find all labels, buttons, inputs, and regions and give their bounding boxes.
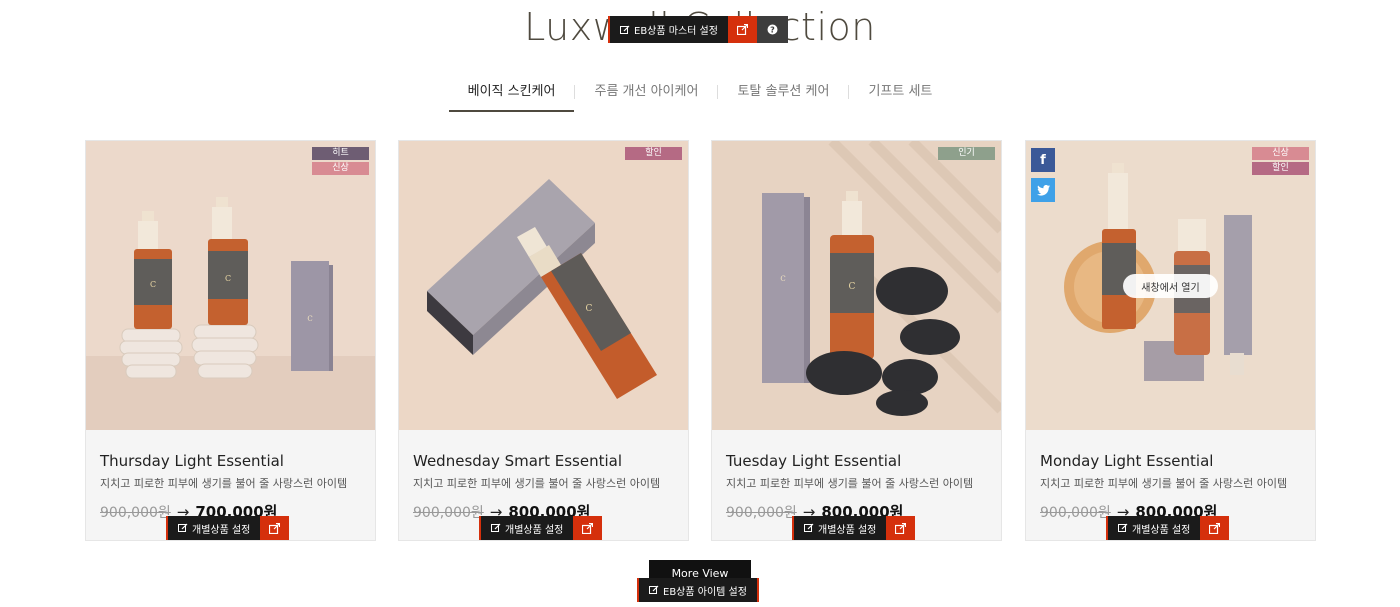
badge-popular: 인기	[938, 147, 995, 160]
item-settings-toolbar: 개별상품 설정	[1106, 516, 1230, 540]
svg-text:C: C	[780, 275, 785, 283]
item-link-button[interactable]	[573, 516, 603, 540]
badge-sale: 할인	[1252, 162, 1309, 175]
external-link-icon	[269, 522, 281, 534]
eb-master-help-button[interactable]: ?	[756, 16, 788, 43]
svg-text:C: C	[586, 304, 593, 314]
item-settings-label: 개별상품 설정	[818, 524, 877, 536]
external-link-icon	[1209, 522, 1221, 534]
edit-icon	[620, 25, 630, 35]
product-image[interactable]: C 할인	[399, 141, 688, 430]
original-price: 900,000원	[413, 504, 484, 521]
item-settings-button[interactable]: 개별상품 설정	[1106, 516, 1201, 540]
edit-icon	[804, 523, 814, 533]
twitter-icon[interactable]	[1031, 178, 1055, 202]
external-link-icon	[895, 522, 907, 534]
svg-text:C: C	[307, 315, 312, 323]
product-name[interactable]: Monday Light Essential	[1040, 452, 1213, 470]
tab-wrinkle-eyecare[interactable]: 주름 개선 아이케어	[575, 72, 717, 112]
original-price: 900,000원	[726, 504, 797, 521]
eb-items-settings-label: EB상품 아이템 설정	[663, 586, 747, 598]
tab-gift-set[interactable]: 기프트 세트	[849, 72, 951, 112]
badge-new: 신상	[312, 162, 369, 175]
svg-text:C: C	[849, 282, 856, 292]
item-settings-toolbar: 개별상품 설정	[792, 516, 916, 540]
badge-new: 신상	[1252, 147, 1309, 160]
product-description: 지치고 피로한 피부에 생기를 불어 줄 사랑스런 아이템	[1040, 477, 1288, 490]
original-price: 900,000원	[1040, 504, 1111, 521]
product-card[interactable]: C 할인 Wednesday Smart Essential 지치고 피로한 피…	[398, 140, 689, 541]
badge-hit: 히트	[312, 147, 369, 160]
external-link-icon	[736, 24, 748, 35]
product-name[interactable]: Thursday Light Essential	[100, 452, 284, 470]
item-settings-toolbar: 개별상품 설정	[479, 516, 603, 540]
product-description: 지치고 피로한 피부에 생기를 불어 줄 사랑스런 아이템	[100, 477, 348, 490]
category-tabs: 베이직 스킨케어 주름 개선 아이케어 토탈 솔루션 케어 기프트 세트	[0, 72, 1400, 112]
product-image[interactable]: 신상 할인 f 새창에서 열기	[1026, 141, 1315, 430]
eb-master-settings-label: EB상품 마스터 설정	[634, 26, 718, 37]
item-link-button[interactable]	[1200, 516, 1230, 540]
eb-master-link-button[interactable]	[727, 16, 757, 43]
eb-master-settings-button[interactable]: EB상품 마스터 설정	[608, 16, 728, 43]
eb-master-toolbar: EB상품 마스터 설정 ?	[608, 16, 788, 43]
product-card[interactable]: C C C 히트 신상 Thursday Light Essential 지치고…	[85, 140, 376, 541]
original-price: 900,000원	[100, 504, 171, 521]
eb-items-settings-button[interactable]: EB상품 아이템 설정	[637, 578, 759, 602]
product-badges: 신상 할인	[1252, 147, 1309, 175]
product-card[interactable]: 신상 할인 f 새창에서 열기 Monday Light Essential 지…	[1025, 140, 1316, 541]
product-badges: 히트 신상	[312, 147, 369, 175]
item-settings-button[interactable]: 개별상품 설정	[479, 516, 574, 540]
svg-text:C: C	[225, 274, 231, 283]
product-description: 지치고 피로한 피부에 생기를 불어 줄 사랑스런 아이템	[413, 477, 661, 490]
item-link-button[interactable]	[260, 516, 290, 540]
tab-basic-skincare[interactable]: 베이직 스킨케어	[448, 72, 575, 112]
badge-sale: 할인	[625, 147, 682, 160]
edit-icon	[491, 523, 501, 533]
item-settings-label: 개별상품 설정	[505, 524, 564, 536]
product-name[interactable]: Wednesday Smart Essential	[413, 452, 622, 470]
tab-total-solution[interactable]: 토탈 솔루션 케어	[718, 72, 848, 112]
product-badges: 인기	[938, 147, 995, 160]
eb-items-toolbar: EB상품 아이템 설정	[637, 578, 759, 602]
svg-text:C: C	[150, 280, 156, 289]
social-share: f	[1031, 148, 1055, 202]
facebook-icon[interactable]: f	[1031, 148, 1055, 172]
edit-icon	[178, 523, 188, 533]
item-settings-label: 개별상품 설정	[1132, 524, 1191, 536]
product-description: 지치고 피로한 피부에 생기를 불어 줄 사랑스런 아이템	[726, 477, 974, 490]
product-name[interactable]: Tuesday Light Essential	[726, 452, 901, 470]
product-card[interactable]: C C 인기 Tuesday Light Essential 지치고 피로한 피…	[711, 140, 1002, 541]
product-image[interactable]: C C C 히트 신상	[86, 141, 375, 430]
item-settings-toolbar: 개별상품 설정	[166, 516, 290, 540]
edit-icon	[649, 585, 659, 595]
product-image[interactable]: C C 인기	[712, 141, 1001, 430]
item-settings-label: 개별상품 설정	[192, 524, 251, 536]
question-icon: ?	[767, 24, 778, 35]
external-link-icon	[582, 522, 594, 534]
svg-text:?: ?	[770, 26, 775, 35]
open-new-window-button[interactable]: 새창에서 열기	[1123, 274, 1218, 298]
product-badges: 할인	[625, 147, 682, 160]
item-settings-button[interactable]: 개별상품 설정	[166, 516, 261, 540]
item-settings-button[interactable]: 개별상품 설정	[792, 516, 887, 540]
edit-icon	[1118, 523, 1128, 533]
item-link-button[interactable]	[886, 516, 916, 540]
